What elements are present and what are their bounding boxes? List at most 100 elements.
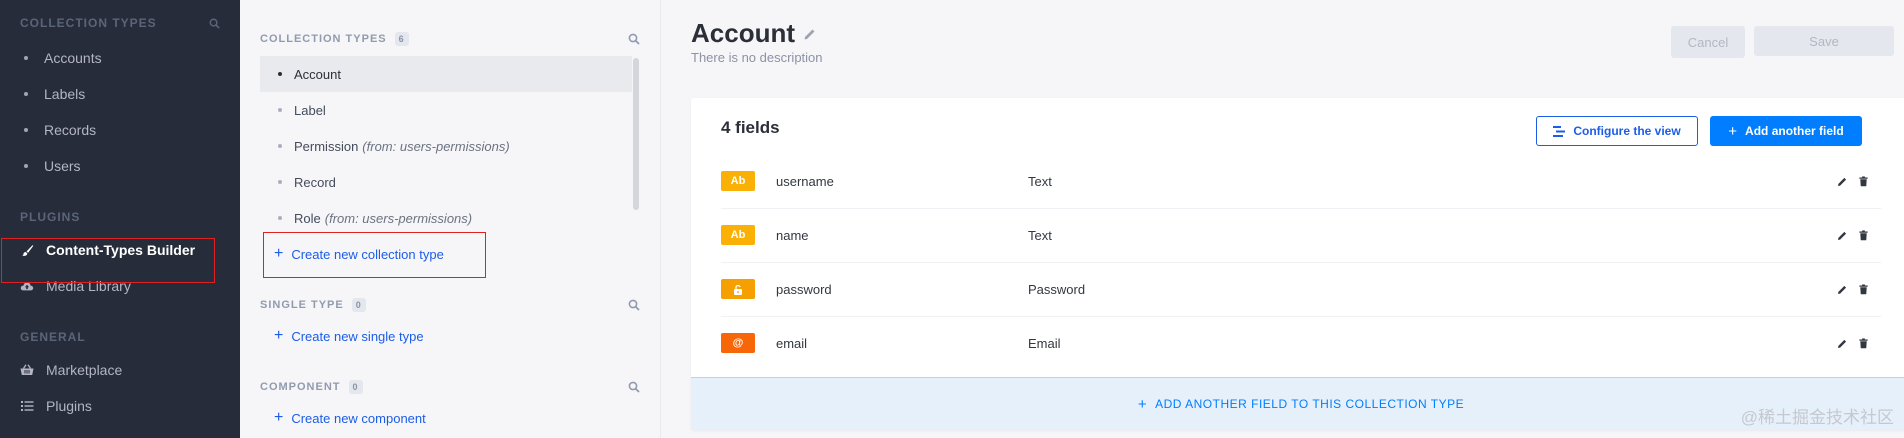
nav-item-label: Users	[44, 158, 81, 174]
page-title: Account	[691, 18, 795, 48]
row-actions	[1837, 229, 1869, 241]
nav-section-collection: COLLECTION TYPES	[0, 0, 240, 30]
field-type: Email	[1028, 335, 1061, 351]
collection-types-header: COLLECTION TYPES 6	[260, 32, 640, 46]
trash-icon[interactable]	[1858, 175, 1869, 187]
single-types-section: SINGLE TYPE 0 + Create new single type	[240, 272, 660, 354]
nav-item-label: Labels	[44, 86, 86, 102]
collection-item-permission[interactable]: Permission (from: users-permissions)	[260, 128, 632, 164]
nav-item-accounts[interactable]: Accounts	[0, 40, 240, 76]
bullet-icon	[278, 216, 282, 220]
nav-item-marketplace[interactable]: Marketplace	[0, 352, 240, 388]
pencil-icon[interactable]	[1837, 338, 1848, 349]
bullet-icon	[24, 164, 28, 168]
bullet-icon	[278, 108, 282, 112]
search-icon[interactable]	[628, 381, 640, 393]
field-row[interactable]: password Password	[721, 262, 1881, 317]
bullet-icon	[278, 180, 282, 184]
plus-icon: +	[1728, 122, 1738, 140]
row-actions	[1837, 175, 1869, 187]
collection-item-role[interactable]: Role (from: users-permissions)	[260, 200, 632, 236]
collection-item-origin: (from: users-permissions)	[324, 210, 473, 226]
nav-item-label: Accounts	[44, 50, 102, 66]
add-another-field-button[interactable]: + Add another field	[1710, 116, 1862, 146]
field-name: email	[776, 335, 808, 351]
create-component-link[interactable]: + Create new component	[260, 400, 640, 436]
field-row[interactable]: Ab name Text	[721, 208, 1881, 263]
section-title: COMPONENT 0	[260, 380, 363, 394]
highlight-box	[1, 238, 215, 283]
nav-item-plugins[interactable]: Plugins	[0, 388, 240, 424]
fields-card: 4 fields Configure the view + Add anothe…	[691, 98, 1904, 430]
collection-item-label: Account	[294, 66, 341, 82]
collection-item-label-text: Permission	[294, 138, 359, 154]
pencil-icon[interactable]	[1837, 230, 1848, 241]
scrollbar-thumb[interactable]	[633, 58, 639, 210]
collection-item-label[interactable]: Label	[260, 92, 632, 128]
nav-section-plugins: PLUGINS	[0, 184, 240, 224]
cancel-button[interactable]: Cancel	[1671, 26, 1745, 58]
field-name: password	[776, 281, 832, 297]
trash-icon[interactable]	[1858, 283, 1869, 295]
create-link-label: Create new single type	[291, 328, 424, 344]
add-bottom-label: ADD ANOTHER FIELD TO THIS COLLECTION TYP…	[1155, 397, 1465, 411]
row-actions	[1837, 337, 1869, 349]
configure-view-button[interactable]: Configure the view	[1536, 116, 1698, 146]
field-type: Password	[1028, 281, 1086, 297]
field-row[interactable]: @ email Email	[721, 316, 1881, 370]
collection-item-label-text: Role	[294, 210, 321, 226]
nav-item-labels[interactable]: Labels	[0, 76, 240, 112]
create-link-label: Create new component	[291, 410, 426, 426]
plus-icon: +	[274, 327, 284, 344]
section-title: SINGLE TYPE 0	[260, 298, 366, 312]
trash-icon[interactable]	[1858, 337, 1869, 349]
field-row[interactable]: Ab username Text	[721, 154, 1881, 209]
nav-section-title: COLLECTION TYPES	[20, 16, 157, 30]
field-type: Text	[1028, 227, 1052, 243]
pencil-icon[interactable]	[803, 27, 817, 41]
page-description: There is no description	[691, 50, 823, 65]
content-types-panel: COLLECTION TYPES 6 Account Label Permissi…	[240, 0, 661, 438]
trash-icon[interactable]	[1858, 229, 1869, 241]
nav-section-title: GENERAL	[20, 330, 86, 344]
collection-item-origin: (from: users-permissions)	[362, 138, 510, 154]
pencil-icon[interactable]	[1837, 176, 1848, 187]
count-badge: 0	[351, 298, 366, 312]
nav-item-users[interactable]: Users	[0, 148, 240, 184]
components-section: COMPONENT 0 + Create new component	[240, 354, 660, 436]
list-icon	[20, 399, 34, 413]
highlight-box	[263, 232, 486, 278]
fields-count: 4 fields	[721, 118, 780, 137]
text-type-icon: Ab	[721, 171, 755, 191]
field-type: Text	[1028, 173, 1052, 189]
bullet-icon	[278, 144, 282, 148]
bullet-icon	[278, 72, 282, 76]
watermark: @稀土掘金技术社区	[1740, 408, 1894, 427]
search-icon[interactable]	[628, 33, 640, 45]
create-single-type-link[interactable]: + Create new single type	[260, 318, 640, 354]
pencil-icon[interactable]	[1837, 284, 1848, 295]
row-actions	[1837, 283, 1869, 295]
section-title-text: COLLECTION TYPES	[260, 33, 387, 45]
bullet-icon	[24, 56, 28, 60]
bullet-icon	[24, 128, 28, 132]
collection-item-account[interactable]: Account	[260, 56, 632, 92]
search-icon[interactable]	[628, 299, 640, 311]
app-root: COLLECTION TYPES Accounts Labels Records…	[0, 0, 1904, 438]
title-row: Account	[691, 18, 817, 49]
search-icon[interactable]	[209, 18, 220, 29]
email-type-icon: @	[721, 333, 755, 353]
nav-item-label: Plugins	[46, 398, 92, 414]
nav-item-records[interactable]: Records	[0, 112, 240, 148]
save-button[interactable]: Save	[1754, 26, 1894, 56]
nav-item-label: Marketplace	[46, 362, 123, 378]
nav-item-label: Records	[44, 122, 97, 138]
section-title: COLLECTION TYPES 6	[260, 32, 409, 46]
count-badge: 6	[394, 32, 409, 46]
nav-section-general: GENERAL	[0, 304, 240, 344]
section-title-text: SINGLE TYPE	[260, 299, 344, 311]
collection-item-record[interactable]: Record	[260, 164, 632, 200]
add-field-to-collection-button[interactable]: + ADD ANOTHER FIELD TO THIS COLLECTION T…	[691, 377, 1904, 430]
main-content: Account There is no description Cancel S…	[661, 0, 1904, 438]
text-type-icon: Ab	[721, 225, 755, 245]
